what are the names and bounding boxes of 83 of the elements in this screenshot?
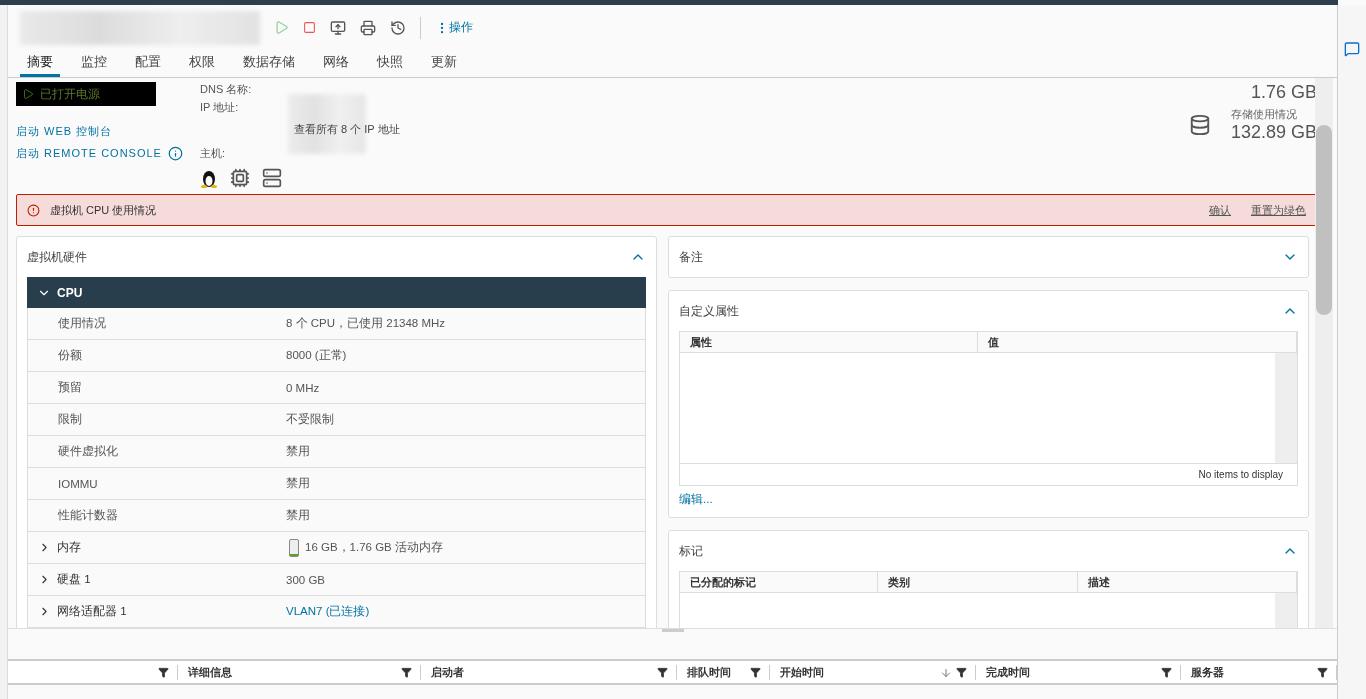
property-value: 禁用	[286, 444, 311, 459]
expand-row[interactable]: 网络适配器 1	[28, 603, 286, 620]
filter-icon[interactable]	[1161, 667, 1172, 678]
column-header[interactable]: 详细信息	[188, 665, 232, 680]
network-link[interactable]: VLAN7 (已连接)	[286, 604, 645, 619]
column-header: 描述	[1078, 572, 1297, 592]
property-label: 份额	[57, 348, 83, 363]
expand-row[interactable]: 硬盘 1	[28, 571, 286, 588]
info-icon[interactable]	[167, 145, 183, 161]
property-value: 不受限制	[286, 412, 335, 427]
column-header[interactable]: 排队时间	[687, 665, 731, 680]
property-label: IOMMU	[57, 477, 99, 490]
card-title: 标记	[679, 542, 703, 560]
ip-link[interactable]: 查看所有 8 个 IP 地址	[294, 121, 400, 137]
tab[interactable]: 权限	[182, 50, 222, 77]
property-label: 使用情况	[57, 316, 107, 331]
column-header: 属性	[680, 332, 978, 352]
penguin-icon	[200, 168, 218, 188]
property-value: 16 GB，1.76 GB 活动内存	[286, 538, 645, 557]
alert-message: 虚拟机 CPU 使用情况	[50, 202, 158, 218]
empty-message: No items to display	[1197, 468, 1284, 482]
history-icon[interactable]	[390, 19, 406, 36]
property-label: 限制	[57, 412, 83, 427]
filter-icon[interactable]	[1317, 667, 1328, 678]
chat-icon[interactable]	[1344, 41, 1360, 57]
column-header: 已分配的标记	[680, 572, 878, 592]
scrollbar[interactable]	[1315, 78, 1333, 628]
tab[interactable]: 监控	[74, 50, 114, 77]
filter-icon[interactable]	[158, 667, 169, 678]
column-header[interactable]: 开始时间	[780, 665, 824, 680]
printer-icon[interactable]	[360, 19, 376, 36]
monitor-icon[interactable]	[330, 19, 346, 36]
play-icon	[22, 88, 34, 100]
host-label: 主机:	[200, 146, 227, 161]
card-title: 自定义属性	[679, 302, 739, 320]
column-header: 值	[978, 332, 1297, 352]
tab[interactable]: 摘要	[20, 50, 60, 77]
filter-icon[interactable]	[956, 667, 967, 678]
property-label: 硬件虚拟化	[57, 444, 119, 459]
edit-link[interactable]: 编辑...	[679, 492, 1298, 507]
dns-label: DNS 名称:	[200, 82, 253, 97]
alert-action-link[interactable]: 确认	[1209, 202, 1231, 218]
tab[interactable]: 配置	[128, 50, 168, 77]
server-icon	[262, 168, 282, 188]
tab[interactable]: 快照	[370, 50, 410, 77]
expand-row[interactable]: 内存	[28, 539, 286, 556]
tab[interactable]: 数据存储	[236, 50, 302, 77]
filter-icon[interactable]	[401, 667, 412, 678]
power-state: 已打开电源	[16, 82, 156, 106]
property-value: 禁用	[286, 476, 311, 491]
storage-label: 存储使用情况	[1230, 107, 1298, 122]
tab[interactable]: 网络	[316, 50, 356, 77]
chip-icon	[230, 168, 250, 188]
column-header[interactable]: 服务器	[1191, 665, 1224, 680]
filter-icon[interactable]	[657, 667, 668, 678]
scrollbar[interactable]	[1275, 353, 1297, 463]
column-header[interactable]: 启动者	[431, 665, 464, 680]
storage-icon	[1188, 114, 1211, 136]
console-link[interactable]: 启动 REMOTE CONSOLE	[16, 145, 162, 161]
memory-value: 1.76 GB	[1250, 82, 1317, 103]
card-title: 备注	[679, 248, 703, 266]
property-value: 禁用	[286, 508, 311, 523]
tab[interactable]: 更新	[424, 50, 464, 77]
resize-handle[interactable]	[661, 629, 684, 632]
property-label: 预留	[57, 380, 83, 395]
alert-action-link[interactable]: 重置为绿色	[1251, 202, 1306, 218]
property-value: 8 个 CPU，已使用 21348 MHz	[286, 316, 447, 331]
memory-meter	[289, 538, 299, 557]
ip-label: IP 地址:	[200, 100, 240, 115]
alert-icon	[27, 203, 40, 217]
filter-icon[interactable]	[750, 667, 761, 678]
actions-menu[interactable]: 操作	[435, 19, 473, 36]
console-link[interactable]: 启动 WEB 控制台	[16, 123, 113, 139]
property-value: 8000 (正常)	[286, 348, 348, 363]
card-title: 虚拟机硬件	[27, 248, 87, 266]
group-header[interactable]: CPU	[27, 277, 646, 308]
property-label: 性能计数器	[57, 508, 119, 523]
property-value: 0 MHz	[286, 381, 321, 394]
column-header[interactable]: 完成时间	[986, 665, 1030, 680]
property-value: 300 GB	[286, 573, 326, 586]
column-header: 类别	[878, 572, 1078, 592]
stop-icon[interactable]	[303, 21, 316, 34]
storage-value: 132.89 GB	[1230, 122, 1317, 143]
